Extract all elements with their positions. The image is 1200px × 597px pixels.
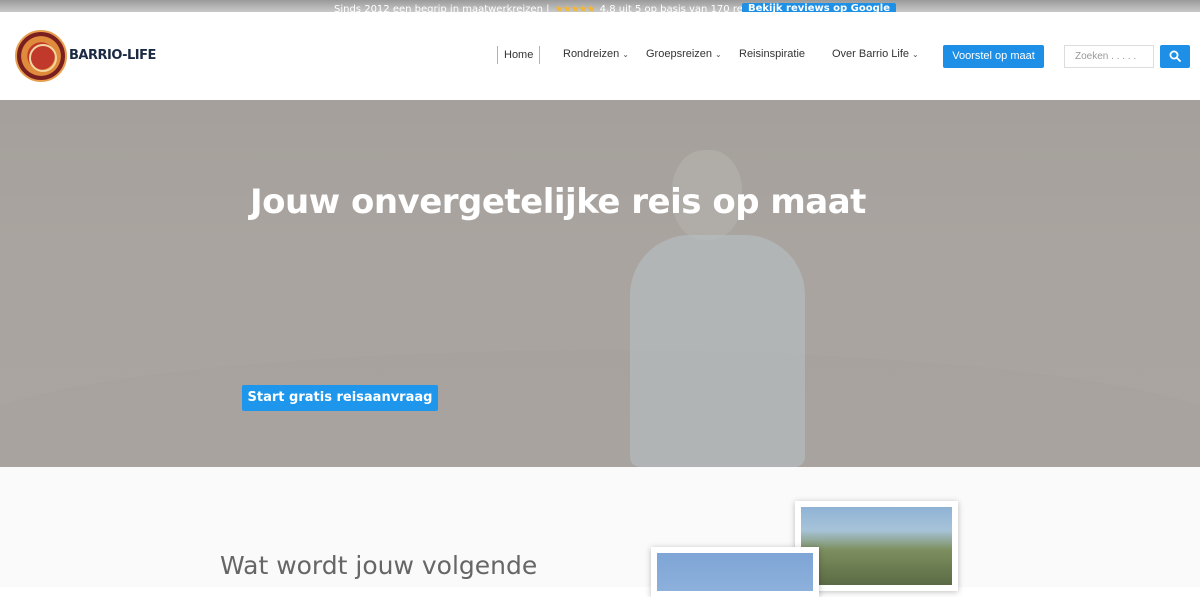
logo-emblem[interactable]: [15, 30, 67, 82]
search-icon: [1169, 50, 1181, 62]
travel-photo-back: [795, 501, 958, 591]
site-header: BARRIO-LIFE Home Rondreizen ⌄ Groepsreize…: [0, 12, 1200, 100]
sky-image: [657, 553, 813, 591]
chevron-down-icon: ⌄: [622, 50, 629, 59]
chevron-down-icon: ⌄: [715, 50, 722, 59]
hero-dune-backdrop: [0, 350, 1200, 467]
start-reisaanvraag-button[interactable]: Start gratis reisaanvraag: [242, 385, 438, 411]
nav-item-rondreizen[interactable]: Rondreizen ⌄: [563, 48, 629, 60]
rating-stars: ★★★★★: [554, 4, 596, 12]
hero-person-body: [630, 235, 805, 467]
search-input[interactable]: [1064, 45, 1154, 68]
nav-item-over-barrio-life[interactable]: Over Barrio Life ⌄: [832, 48, 919, 60]
section-heading: Wat wordt jouw volgende: [220, 551, 538, 580]
intro-section: Wat wordt jouw volgende: [0, 467, 1200, 597]
nav-item-reisinspiratie[interactable]: Reisinspiratie: [739, 48, 805, 60]
nav-item-home[interactable]: Home: [497, 46, 541, 64]
nav-item-reisinspiratie-label: Reisinspiratie: [739, 48, 806, 60]
landscape-image: [801, 507, 952, 585]
chevron-down-icon: ⌄: [912, 50, 919, 59]
travel-photo-front: [651, 547, 819, 597]
voorstel-op-maat-button[interactable]: Voorstel op maat: [943, 45, 1044, 68]
announcement-intro: Sinds 2012 een begrip in maatwerkreizen …: [334, 4, 550, 12]
search-button[interactable]: [1160, 45, 1190, 68]
nav-item-home-label: Home: [504, 49, 534, 61]
nav-item-rondreizen-label: Rondreizen: [563, 48, 620, 60]
nav-item-groepsreizen-label: Groepsreizen: [646, 48, 713, 60]
nav-item-groepsreizen[interactable]: Groepsreizen ⌄: [646, 48, 722, 60]
hero-banner: Jouw onvergetelijke reis op maat Start g…: [0, 100, 1200, 467]
nav-item-over-label: Over Barrio Life: [832, 48, 910, 60]
hero-title: Jouw onvergetelijke reis op maat: [250, 182, 866, 222]
top-announcement-bar: Sinds 2012 een begrip in maatwerkreizen …: [0, 0, 1200, 12]
announcement-text: Sinds 2012 een begrip in maatwerkreizen …: [334, 4, 771, 12]
logo-text[interactable]: BARRIO-LIFE: [69, 48, 156, 63]
google-reviews-button[interactable]: Bekijk reviews op Google: [742, 3, 896, 12]
